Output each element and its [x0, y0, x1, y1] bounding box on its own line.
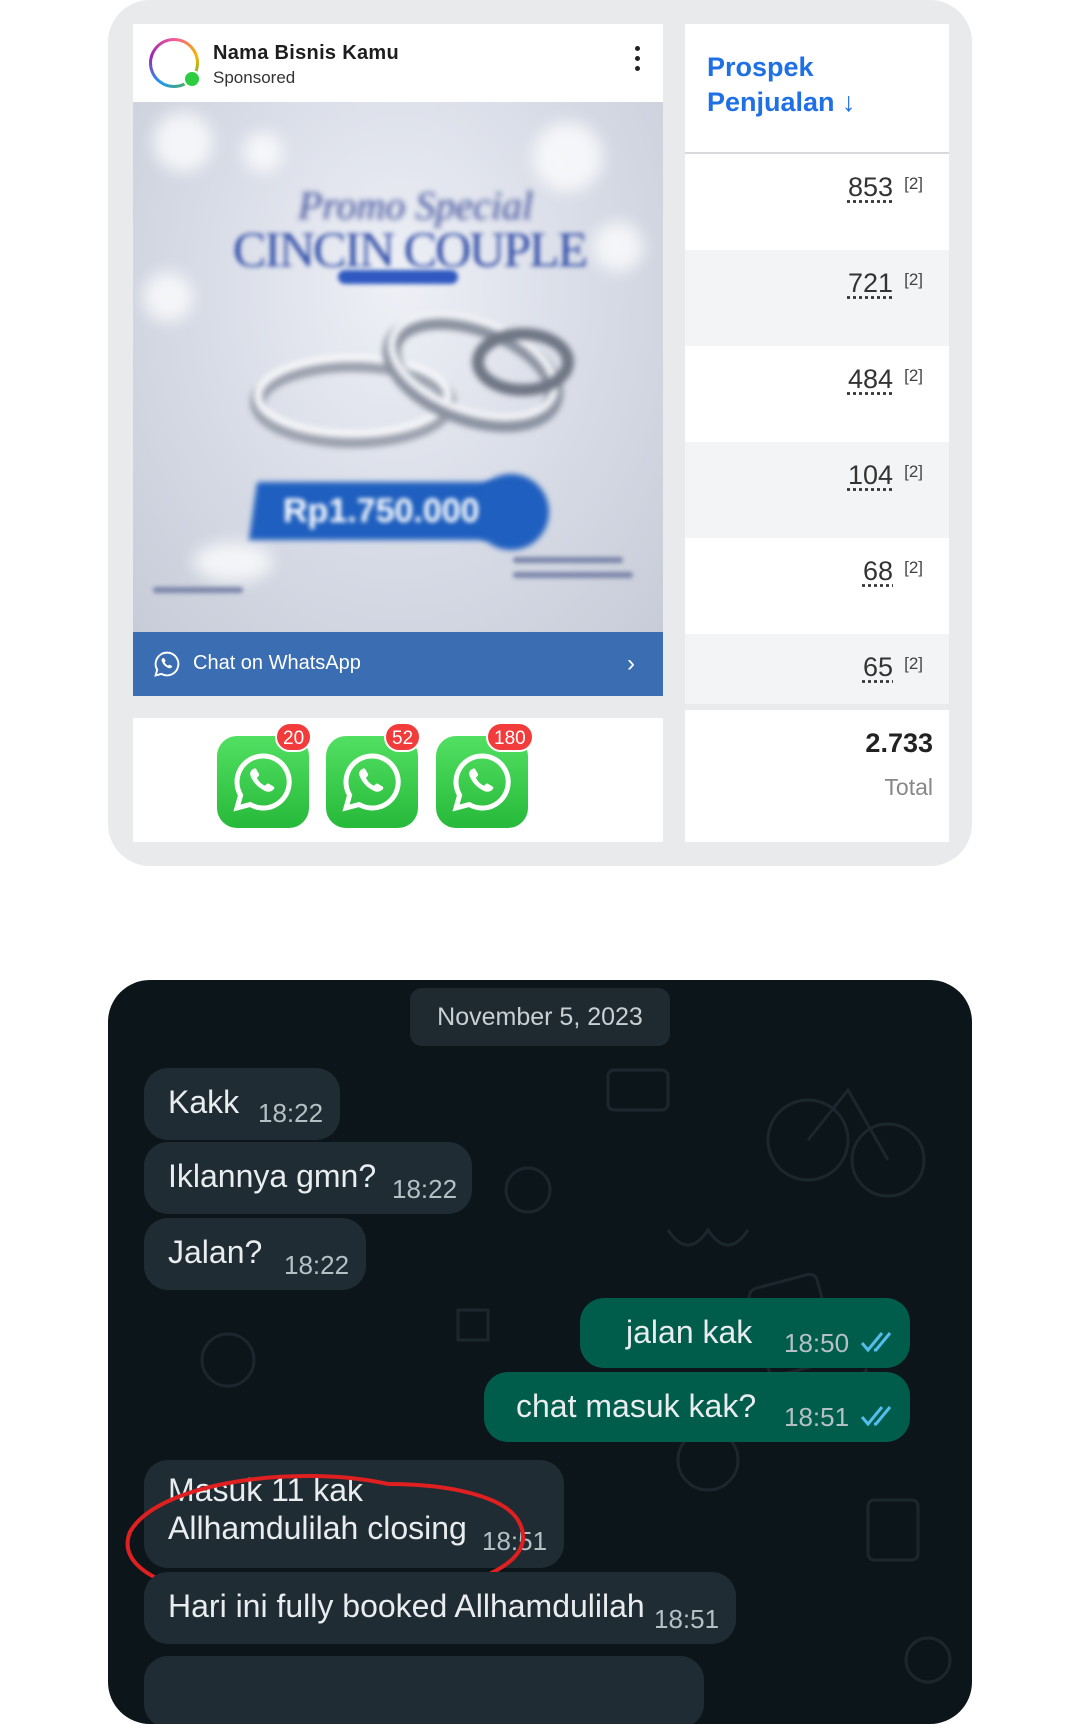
sales-prospect-column: Prospek Penjualan ↓ 853 [2] 721 [2] 484 … [685, 24, 949, 842]
whatsapp-app-icon[interactable]: 20 [217, 722, 313, 828]
message-time: 18:51 [784, 1402, 850, 1432]
message-time: 18:22 [284, 1250, 350, 1280]
date-separator: November 5, 2023 [410, 988, 670, 1046]
whatsapp-icon [233, 753, 292, 812]
incoming-message[interactable]: Hari ini fully booked Allhamdulilah 18:5… [144, 1572, 736, 1644]
column-title-line2: Penjualan ↓ [707, 87, 856, 117]
incoming-message[interactable]: Iklannya gmn? 18:22 [144, 1142, 472, 1214]
whatsapp-icon [154, 651, 180, 677]
incoming-message[interactable]: Kakk 18:22 [144, 1068, 340, 1140]
message-text: Jalan? [168, 1234, 263, 1270]
message-text: chat masuk kak? [516, 1388, 757, 1424]
message-time: 18:51 [654, 1604, 720, 1634]
stats-row: 68 [2] [685, 538, 949, 634]
chat-on-whatsapp-button[interactable]: Chat on WhatsApp › [133, 632, 663, 696]
reference-note: [2] [904, 270, 923, 289]
prospect-value[interactable]: 68 [863, 556, 893, 587]
notification-badge: 52 [384, 722, 422, 752]
ad-product-image[interactable]: Promo Special CINCIN COUPLE Rp1.750.000 [133, 102, 663, 632]
outgoing-message[interactable]: chat masuk kak? 18:51 [484, 1372, 910, 1442]
ad-results-card: Nama Bisnis Kamu Sponsored Promo Special… [108, 0, 972, 866]
prospect-value[interactable]: 65 [863, 652, 893, 683]
sponsored-label: Sponsored [213, 68, 296, 87]
reference-note: [2] [904, 654, 923, 673]
online-status-dot [183, 70, 201, 88]
reference-note: [2] [904, 462, 923, 481]
ad-header: Nama Bisnis Kamu Sponsored [133, 24, 663, 102]
total-label: Total [884, 774, 933, 800]
prospect-value[interactable]: 104 [848, 460, 893, 491]
stats-row: 484 [2] [685, 346, 949, 442]
message-text: Hari ini fully booked Allhamdulilah [168, 1588, 645, 1624]
business-name[interactable]: Nama Bisnis Kamu [213, 42, 399, 65]
chevron-right-icon: › [627, 650, 635, 677]
outgoing-message[interactable]: jalan kak 18:50 [580, 1298, 910, 1368]
prospect-value[interactable]: 721 [848, 268, 893, 299]
total-cell: 2.733 Total [685, 710, 949, 842]
ad-image-subtitle-bar [338, 270, 458, 284]
message-time: 18:22 [392, 1174, 458, 1204]
prospect-value[interactable]: 484 [848, 364, 893, 395]
message-text: Iklannya gmn? [168, 1158, 377, 1194]
column-title: Prospek Penjualan ↓ [707, 50, 856, 120]
whatsapp-app-icon[interactable]: 180 [436, 722, 534, 828]
notification-badge: 180 [486, 722, 534, 752]
message-text: jalan kak [626, 1314, 753, 1350]
message-text: Kakk [168, 1084, 240, 1120]
column-title-line1: Prospek [707, 52, 814, 82]
whatsapp-notification-panel: 20 52 180 [133, 718, 663, 842]
column-header[interactable]: Prospek Penjualan ↓ [685, 24, 949, 154]
stats-row: 65 [2] [685, 634, 949, 704]
prospect-value[interactable]: 853 [848, 172, 893, 203]
read-receipt-icon [860, 1332, 892, 1353]
notification-badge: 20 [275, 722, 313, 752]
message-time: 18:50 [784, 1328, 850, 1358]
incoming-message[interactable]: Jalan? 18:22 [144, 1218, 366, 1290]
ad-price: Rp1.750.000 [283, 492, 480, 530]
reference-note: [2] [904, 558, 923, 577]
whatsapp-app-icon[interactable]: 52 [326, 722, 422, 828]
whatsapp-chat-screenshot: November 5, 2023 Kakk 18:22 Iklannya gmn… [108, 980, 972, 1724]
incoming-message-partial[interactable] [144, 1656, 704, 1724]
reference-note: [2] [904, 174, 923, 193]
more-options-icon[interactable] [633, 46, 641, 76]
whatsapp-icon [452, 753, 511, 812]
facebook-ad-preview: Nama Bisnis Kamu Sponsored Promo Special… [133, 24, 663, 696]
whatsapp-icon [342, 753, 401, 812]
message-time: 18:22 [258, 1098, 324, 1128]
stats-row: 721 [2] [685, 250, 949, 346]
cta-label: Chat on WhatsApp [193, 652, 361, 674]
reference-note: [2] [904, 366, 923, 385]
price-badge [473, 474, 549, 550]
stats-row: 104 [2] [685, 442, 949, 538]
rings-illustration [250, 310, 574, 448]
read-receipt-icon [860, 1406, 892, 1427]
total-value: 2.733 [865, 728, 933, 758]
stats-row: 853 [2] [685, 154, 949, 250]
